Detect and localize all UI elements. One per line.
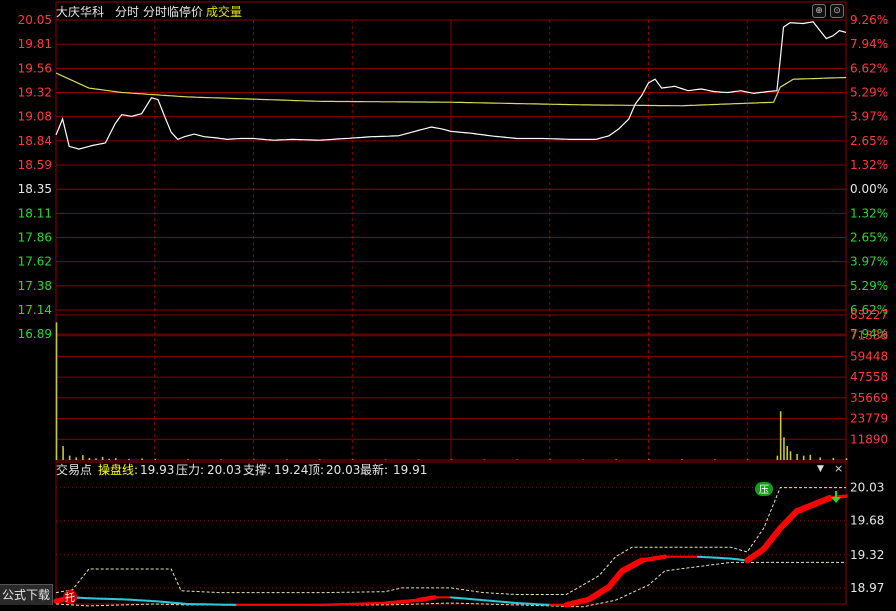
support-line	[55, 561, 846, 608]
y-tick-left: 19.56	[18, 61, 52, 75]
top-label: 顶:	[308, 463, 324, 477]
volume-tick: 35669	[850, 391, 888, 405]
y-tick-left: 19.08	[18, 110, 52, 124]
pressure-value: 20.03	[207, 463, 241, 477]
formula-download-button[interactable]: 公式下载	[0, 584, 53, 605]
y-tick-right: 2.65%	[850, 134, 888, 148]
volume-tick: 71338	[850, 329, 888, 343]
latest-label: 最新:	[360, 462, 388, 477]
tab-limit-price[interactable]: 分时临停价	[143, 4, 203, 19]
support-badge: 托	[63, 590, 77, 604]
volume-tick: 23779	[850, 412, 888, 426]
pressure-line	[55, 487, 846, 595]
y-tick-left: 18.35	[18, 182, 52, 196]
y-tick-right: 0.00%	[850, 182, 888, 196]
dropdown-icon[interactable]: ▼	[817, 464, 824, 474]
indicator-tick: 18.97	[850, 581, 884, 595]
indicator-tick: 19.32	[850, 548, 884, 562]
y-tick-right: 5.29%	[850, 279, 888, 293]
y-tick-right: 1.32%	[850, 206, 888, 220]
indicator-tick: 19.68	[850, 514, 884, 528]
y-tick-right: 2.65%	[850, 231, 888, 245]
tab-minute[interactable]: 分时	[115, 5, 139, 19]
y-tick-right: 7.94%	[850, 37, 888, 51]
close-icon[interactable]: ×	[834, 462, 843, 475]
chart-canvas: 20.05 19.81 19.56 19.32 19.08 18.84 18.59 18.35…	[18, 1, 889, 608]
line-label: 操盘线:	[98, 462, 138, 477]
y-tick-left: 19.81	[18, 37, 52, 51]
zoom-icon[interactable]: ⊕	[812, 4, 826, 18]
volume-tick: 59448	[850, 349, 888, 363]
indicator-tick: 20.03	[850, 481, 884, 495]
top-value: 20.03	[326, 463, 360, 477]
settings-icon[interactable]: ⊙	[830, 4, 844, 18]
y-tick-right: 6.62%	[850, 61, 888, 75]
y-tick-left: 16.89	[18, 327, 52, 341]
support-label: 支撑:	[243, 462, 271, 477]
line-value: 19.93	[140, 463, 174, 477]
y-tick-left: 17.38	[18, 279, 52, 293]
stock-name: 大庆华科	[56, 5, 104, 19]
svg-text:压: 压	[759, 484, 769, 496]
y-tick-left: 20.05	[18, 13, 52, 27]
y-tick-left: 17.14	[18, 303, 52, 317]
svg-text:托: 托	[65, 591, 75, 604]
tab-volume[interactable]: 成交量	[206, 4, 242, 19]
y-tick-right: 9.26%	[850, 13, 888, 27]
volume-tick: 83227	[850, 308, 888, 322]
indicator-name: 交易点	[56, 462, 92, 477]
y-tick-left: 17.86	[18, 231, 52, 245]
down-arrow-icon	[831, 491, 841, 503]
support-value: 19.24	[274, 463, 308, 477]
volume-tick: 47558	[850, 370, 888, 384]
y-tick-left: 19.32	[18, 86, 52, 100]
y-tick-left: 18.84	[18, 134, 52, 148]
y-tick-right: 3.97%	[850, 255, 888, 269]
y-tick-right: 3.97%	[850, 110, 888, 124]
latest-value: 19.91	[393, 463, 427, 477]
y-tick-left: 18.11	[18, 206, 52, 220]
pressure-badge: 压	[755, 482, 773, 496]
volume-tick: 11890	[850, 432, 888, 446]
indicator-panel	[53, 487, 848, 608]
pressure-label: 压力:	[176, 463, 204, 477]
axis-labels: 20.05 19.81 19.56 19.32 19.08 18.84 18.59 18.35…	[18, 13, 889, 595]
y-tick-right: 5.29%	[850, 86, 888, 100]
y-tick-right: 1.32%	[850, 158, 888, 172]
y-tick-left: 18.59	[18, 158, 52, 172]
y-tick-left: 17.62	[18, 255, 52, 269]
